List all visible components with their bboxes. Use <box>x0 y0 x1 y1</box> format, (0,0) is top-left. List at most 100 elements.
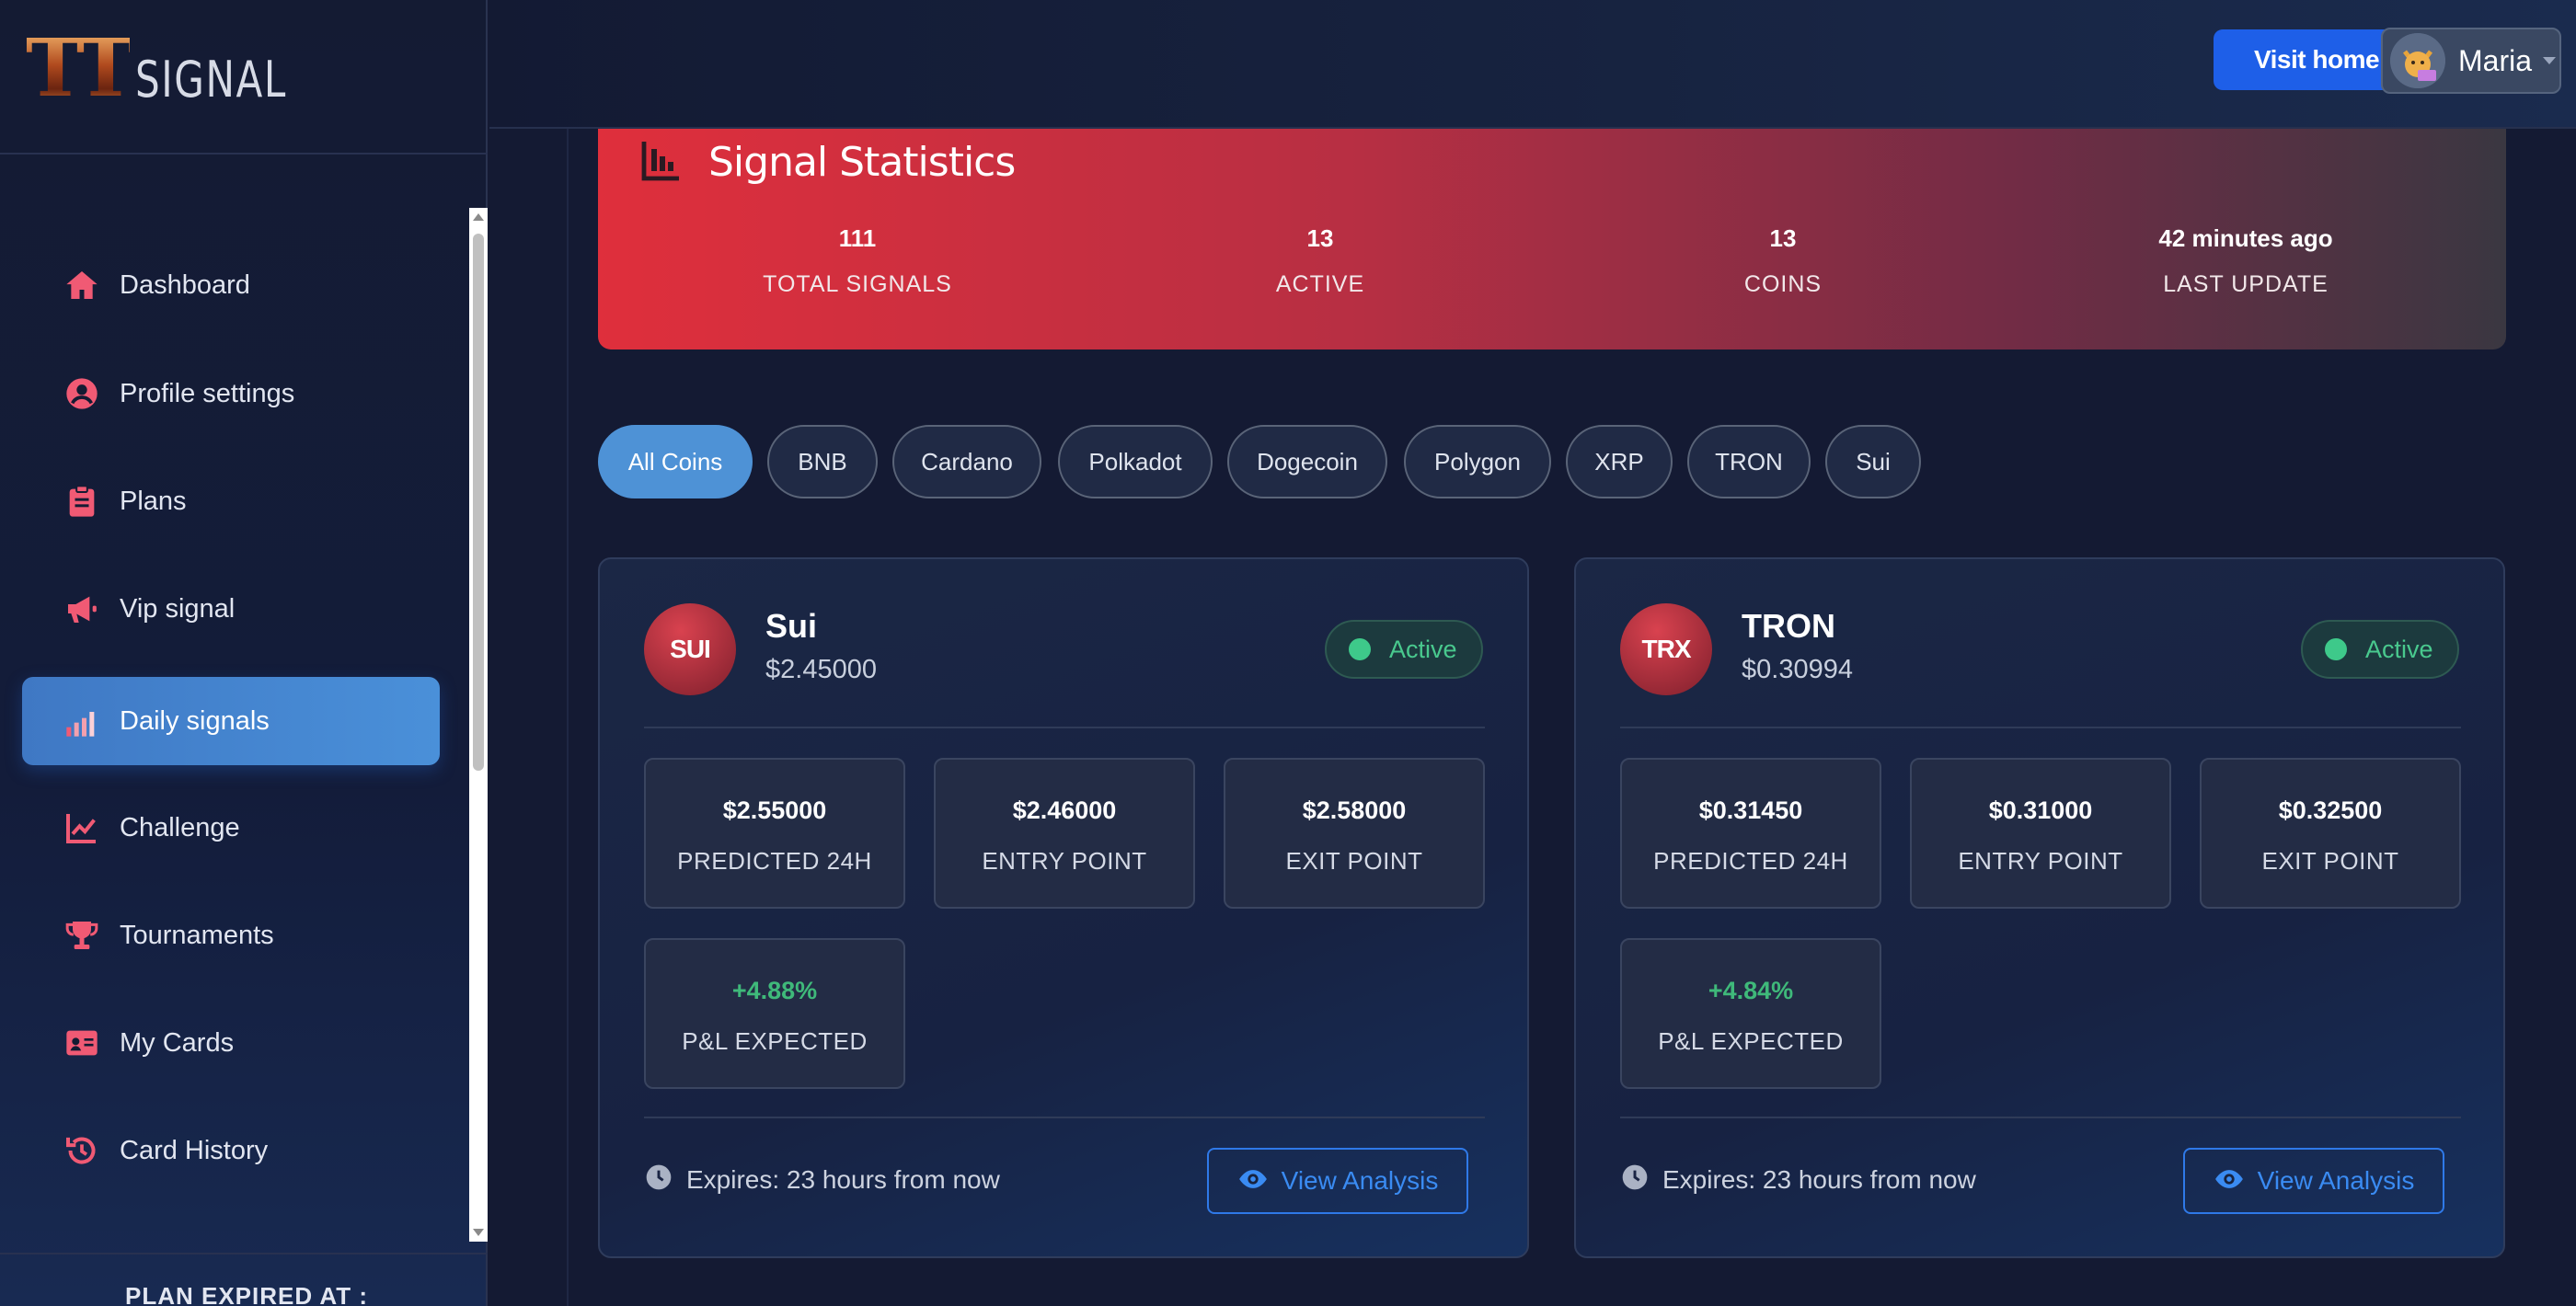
stat-label: TOTAL SIGNALS <box>763 271 952 297</box>
view-analysis-button[interactable]: View Analysis <box>1207 1148 1468 1214</box>
metric-predicted-24h: $2.55000 PREDICTED 24H <box>644 758 905 909</box>
expires-text: Expires: 23 hours from now <box>1662 1164 1976 1194</box>
metric-label: PREDICTED 24H <box>1653 847 1848 875</box>
brand-logo[interactable]: TT SIGNAL <box>26 29 329 109</box>
sidebar-item-vip-signal[interactable]: Vip signal <box>22 565 440 653</box>
chevron-down-icon <box>2543 57 2557 64</box>
sidebar-item-card-history[interactable]: Card History <box>22 1106 440 1195</box>
filter-pill-dogecoin[interactable]: Dogecoin <box>1227 425 1387 498</box>
signal-card-sui: SUI Sui $2.45000 Active $2.55000 PREDICT… <box>598 557 1529 1258</box>
coin-badge: TRX <box>1620 603 1712 695</box>
stat-label: ACTIVE <box>1275 271 1365 297</box>
stat-label: COINS <box>1743 271 1823 297</box>
sidebar-item-profile-settings[interactable]: Profile settings <box>22 349 440 438</box>
stat-last-update: 42 minutes ago LAST UPDATE <box>2062 224 2430 298</box>
sidebar-item-tournaments[interactable]: Tournaments <box>22 891 440 980</box>
line-chart-icon <box>63 808 101 847</box>
stats-title: Signal Statistics <box>708 139 1016 186</box>
status-text: Active <box>2365 635 2433 663</box>
filter-pill-xrp[interactable]: XRP <box>1566 425 1673 498</box>
stat-total-signals: 111 TOTAL SIGNALS <box>673 224 1041 298</box>
filter-pill-sui[interactable]: Sui <box>1825 425 1921 498</box>
stat-value: 42 minutes ago <box>2158 224 2333 252</box>
scroll-up-arrow-icon[interactable] <box>473 213 484 221</box>
metric-label: PREDICTED 24H <box>677 847 872 875</box>
avatar <box>2390 33 2445 88</box>
sidebar-item-label: Dashboard <box>120 269 250 300</box>
filter-pill-tron[interactable]: TRON <box>1687 425 1811 498</box>
sidebar-item-plans[interactable]: Plans <box>22 457 440 545</box>
eye-icon <box>2214 1163 2245 1199</box>
coin-price: $2.45000 <box>765 655 877 684</box>
logo-text: SIGNAL <box>134 51 287 109</box>
expires-info: Expires: 23 hours from now <box>1620 1163 1976 1197</box>
sidebar-item-label: Tournaments <box>120 920 274 950</box>
scroll-down-arrow-icon[interactable] <box>473 1229 484 1236</box>
metric-label: ENTRY POINT <box>982 847 1147 875</box>
sidebar-scrollbar[interactable] <box>469 208 488 1242</box>
sidebar-item-label: Card History <box>120 1135 269 1165</box>
view-analysis-label: View Analysis <box>2257 1166 2415 1195</box>
user-menu-button[interactable]: Maria <box>2381 28 2561 94</box>
filter-pill-bnb[interactable]: BNB <box>767 425 878 498</box>
filter-pill-polkadot[interactable]: Polkadot <box>1058 425 1213 498</box>
view-analysis-button[interactable]: View Analysis <box>2183 1148 2444 1214</box>
eye-icon <box>1237 1163 1269 1199</box>
stat-value: 13 <box>1306 224 1334 252</box>
filter-pill-all-coins[interactable]: All Coins <box>598 425 753 498</box>
megaphone-icon <box>63 590 101 628</box>
metric-value: +4.88% <box>731 977 818 1004</box>
sidebar-item-label: My Cards <box>120 1027 235 1058</box>
sidebar-item-challenge[interactable]: Challenge <box>22 784 440 872</box>
stat-label: LAST UPDATE <box>2163 271 2329 297</box>
sidebar-item-label: Challenge <box>120 812 240 842</box>
clipboard-icon <box>63 482 101 521</box>
card-divider <box>644 727 1485 728</box>
coin-name: TRON <box>1742 607 1835 645</box>
status-dot-icon <box>1349 638 1371 660</box>
sidebar-item-dashboard[interactable]: Dashboard <box>22 241 440 329</box>
stat-value: 111 <box>838 224 877 252</box>
sidebar-item-my-cards[interactable]: My Cards <box>22 999 440 1087</box>
filter-pill-polygon[interactable]: Polygon <box>1404 425 1551 498</box>
stat-active: 13 ACTIVE <box>1136 224 1504 298</box>
clock-icon <box>1620 1163 1650 1197</box>
metric-label: P&L EXPECTED <box>1658 1027 1844 1055</box>
status-dot-icon <box>2325 638 2347 660</box>
card-divider <box>644 1117 1485 1118</box>
coin-name: Sui <box>765 607 818 645</box>
plan-divider <box>0 1253 488 1254</box>
metric-predicted-24h: $0.31450 PREDICTED 24H <box>1620 758 1881 909</box>
metric-value: $0.31450 <box>1698 796 1803 824</box>
card-divider <box>1620 1117 2461 1118</box>
sidebar-item-label: Vip signal <box>120 593 236 624</box>
history-icon <box>63 1131 101 1170</box>
sidebar-item-label: Plans <box>120 486 187 516</box>
sidebar-item-daily-signals[interactable]: Daily signals <box>22 677 440 765</box>
id-card-icon <box>63 1024 101 1062</box>
signal-bars-icon <box>63 702 101 740</box>
metric-value: $2.58000 <box>1302 796 1407 824</box>
user-circle-icon <box>63 374 101 413</box>
status-badge: Active <box>1325 620 1483 679</box>
metric-value: +4.84% <box>1708 977 1794 1004</box>
card-divider <box>1620 727 2461 728</box>
coin-price: $0.30994 <box>1742 655 1853 684</box>
filter-pill-cardano[interactable]: Cardano <box>892 425 1041 498</box>
logo-mark: TT <box>26 22 135 115</box>
signal-card-tron: TRX TRON $0.30994 Active $0.31450 PREDIC… <box>1574 557 2505 1258</box>
view-analysis-label: View Analysis <box>1281 1166 1439 1195</box>
home-icon <box>63 266 101 304</box>
scrollbar-thumb[interactable] <box>473 234 484 771</box>
coin-badge: SUI <box>644 603 736 695</box>
sidebar-divider <box>0 153 488 155</box>
metric-value: $2.55000 <box>722 796 827 824</box>
metric-pl-expected: +4.84% P&L EXPECTED <box>1620 938 1881 1089</box>
metric-label: EXIT POINT <box>1285 847 1423 875</box>
stat-value: 13 <box>1769 224 1797 252</box>
status-badge: Active <box>2301 620 2459 679</box>
sidebar-item-label: Profile settings <box>120 378 295 408</box>
metric-label: EXIT POINT <box>2261 847 2399 875</box>
metric-label: ENTRY POINT <box>1958 847 2123 875</box>
trophy-icon <box>63 916 101 955</box>
